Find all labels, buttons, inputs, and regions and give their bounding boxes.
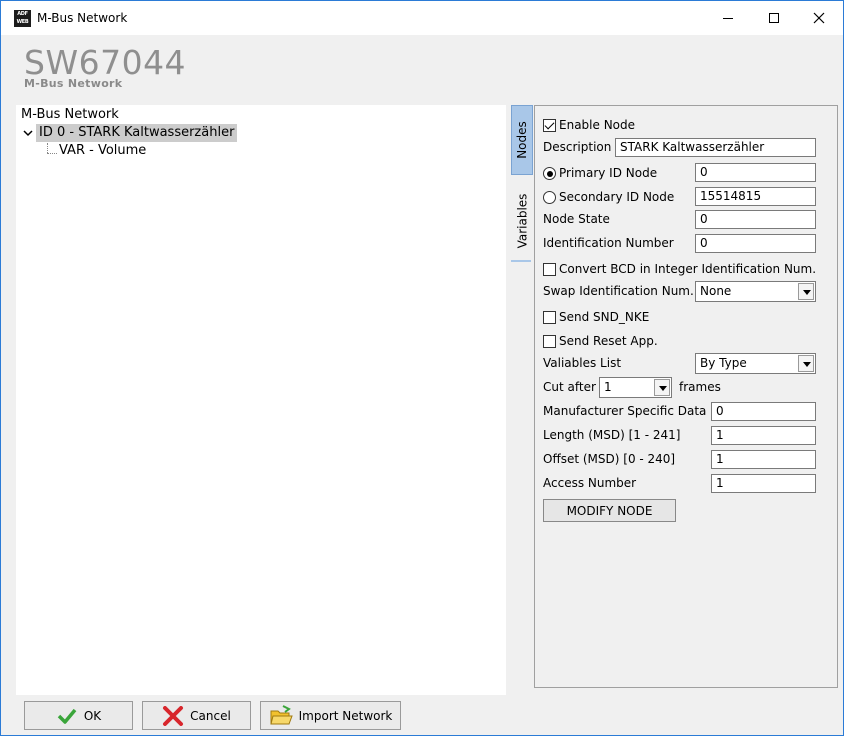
access-number-label: Access Number: [543, 476, 637, 490]
app-logo-icon: ADF WEB: [14, 10, 31, 27]
tree-leaf-var-volume[interactable]: VAR - Volume: [59, 143, 146, 158]
offset-msd-label: Offset (MSD) [0 - 240]: [543, 452, 676, 466]
manufacturer-specific-data-field[interactable]: 0: [711, 402, 816, 421]
send-snd-nke-label: Send SND_NKE: [559, 310, 650, 324]
network-tree[interactable]: M-Bus Network ID 0 - STARK Kaltwasserzäh…: [16, 105, 506, 695]
enable-node-label: Enable Node: [559, 118, 636, 132]
cut-after-label: Cut after: [543, 380, 596, 394]
secondary-id-label: Secondary ID Node: [559, 190, 675, 204]
enable-node-checkbox[interactable]: [543, 119, 556, 132]
window-title: M-Bus Network: [37, 11, 128, 25]
title-bar[interactable]: ADF WEB M-Bus Network: [1, 1, 843, 35]
chevron-down-icon[interactable]: [798, 355, 814, 372]
offset-msd-field[interactable]: 1: [711, 450, 816, 469]
chevron-down-icon[interactable]: [798, 283, 814, 300]
frames-label: frames: [679, 380, 721, 394]
swap-identification-label: Swap Identification Num.: [543, 284, 694, 298]
cut-after-value: 1: [604, 380, 612, 394]
modify-node-button[interactable]: MODIFY NODE: [543, 499, 676, 522]
send-reset-app-checkbox[interactable]: [543, 335, 556, 348]
cancel-button[interactable]: Cancel: [142, 701, 251, 730]
secondary-id-field[interactable]: 15514815: [695, 187, 816, 206]
convert-bcd-label: Convert BCD in Integer Identification Nu…: [559, 262, 817, 276]
tab-variables[interactable]: Variables: [511, 179, 533, 263]
folder-open-icon: [269, 704, 293, 724]
primary-id-field[interactable]: 0: [695, 163, 816, 182]
convert-bcd-checkbox[interactable]: [543, 263, 556, 276]
maximize-icon: [769, 13, 779, 23]
cut-after-select[interactable]: 1: [599, 377, 672, 398]
access-number-field[interactable]: 1: [711, 474, 816, 493]
secondary-id-radio[interactable]: [543, 191, 556, 204]
length-msd-label: Length (MSD) [1 - 241]: [543, 428, 681, 442]
send-snd-nke-checkbox[interactable]: [543, 311, 556, 324]
identification-number-label: Identification Number: [543, 236, 674, 250]
import-network-button[interactable]: Import Network: [260, 701, 401, 730]
header: SW67044 M-Bus Network: [9, 35, 839, 105]
swap-identification-select[interactable]: None: [695, 281, 816, 302]
ok-label: OK: [83, 708, 102, 723]
m-bus-network-window: ADF WEB M-Bus Network SW67044 M-Bus Netw…: [0, 0, 844, 736]
variables-list-value: By Type: [700, 356, 747, 370]
length-msd-field[interactable]: 1: [711, 426, 816, 445]
cancel-label: Cancel: [190, 708, 231, 723]
tab-nodes-label: Nodes: [515, 121, 530, 159]
tab-nodes[interactable]: Nodes: [511, 105, 533, 175]
maximize-button[interactable]: [751, 1, 797, 35]
import-network-label: Import Network: [298, 708, 393, 723]
description-field[interactable]: STARK Kaltwasserzähler: [615, 138, 816, 157]
send-reset-app-label: Send Reset App.: [559, 334, 658, 348]
node-form: Enable Node Description STARK Kaltwasser…: [534, 105, 838, 688]
tab-divider: [511, 260, 531, 262]
minimize-icon: [723, 18, 733, 19]
primary-id-radio[interactable]: [543, 167, 556, 180]
manufacturer-specific-data-label: Manufacturer Specific Data: [543, 404, 707, 418]
variables-list-select[interactable]: By Type: [695, 353, 816, 374]
node-state-field[interactable]: 0: [695, 210, 816, 229]
chevron-down-icon[interactable]: [654, 379, 670, 396]
close-button[interactable]: [796, 1, 842, 35]
description-label: Description: [543, 140, 612, 154]
chevron-down-icon[interactable]: [22, 127, 34, 139]
tab-variables-label: Variables: [515, 193, 529, 249]
primary-id-label: Primary ID Node: [559, 166, 658, 180]
variables-list-label: Valiables List: [543, 356, 622, 370]
tree-connector: [47, 153, 57, 154]
product-subtitle: M-Bus Network: [24, 77, 123, 90]
close-icon: [813, 12, 825, 24]
identification-number-field[interactable]: 0: [695, 234, 816, 253]
ok-button[interactable]: OK: [24, 701, 133, 730]
swap-identification-value: None: [700, 284, 732, 298]
tree-node-id-0[interactable]: ID 0 - STARK Kaltwasserzähler: [36, 124, 238, 142]
tree-connector: [47, 143, 48, 153]
minimize-button[interactable]: [705, 1, 751, 35]
cancel-x-icon: [163, 705, 184, 726]
vertical-tabs: Nodes Variables: [511, 105, 533, 265]
dialog-button-bar: OK Cancel Import Network: [9, 695, 839, 735]
checkmark-icon: [57, 708, 77, 724]
node-state-label: Node State: [543, 212, 610, 226]
tree-root-label[interactable]: M-Bus Network: [21, 107, 119, 122]
